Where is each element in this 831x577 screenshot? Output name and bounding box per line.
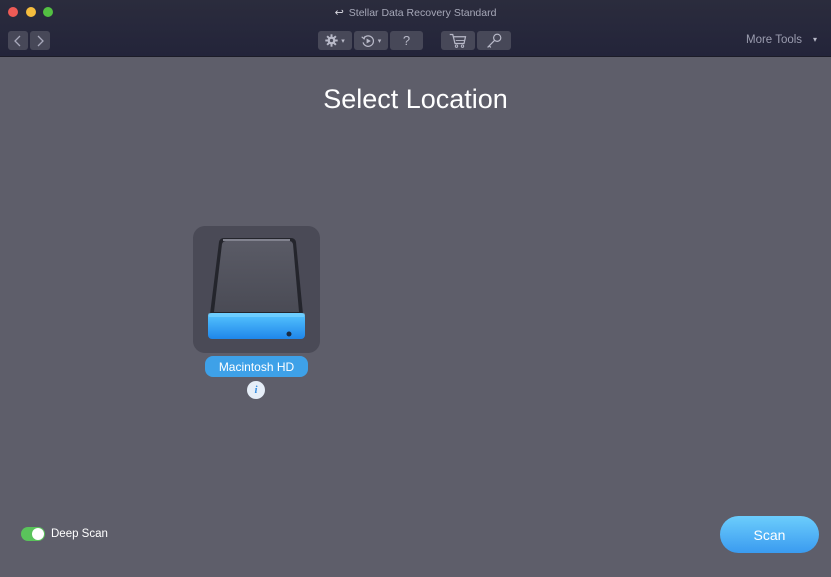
help-button[interactable]: ? — [390, 31, 423, 50]
chevron-down-icon[interactable]: ▾ — [813, 35, 817, 44]
deep-scan-label: Deep Scan — [51, 528, 108, 540]
window-title: ↩ Stellar Data Recovery Standard — [0, 6, 831, 19]
history-play-icon — [361, 34, 374, 47]
key-icon — [487, 33, 502, 48]
undo-arrow-icon: ↩ — [334, 7, 344, 19]
title-bar: ↩ Stellar Data Recovery Standard ▾ ▾ ? M… — [0, 0, 831, 57]
scan-button[interactable]: Scan — [720, 516, 819, 553]
info-icon: i — [254, 384, 258, 396]
chevron-down-icon: ▾ — [377, 37, 382, 45]
forward-button[interactable] — [30, 31, 50, 50]
deep-scan-toggle[interactable] — [21, 527, 45, 541]
drive-info-button[interactable]: i — [247, 381, 265, 399]
drive-label[interactable]: Macintosh HD — [205, 356, 308, 377]
page-title: Select Location — [323, 84, 508, 114]
back-button[interactable] — [8, 31, 28, 50]
settings-menu-button[interactable]: ▾ — [318, 31, 352, 50]
more-tools-menu[interactable]: More Tools — [746, 34, 802, 46]
chevron-down-icon: ▾ — [341, 37, 345, 45]
drive-tile-macintosh-hd[interactable] — [193, 226, 320, 353]
cart-button[interactable] — [441, 31, 475, 50]
chevron-right-icon — [37, 35, 44, 46]
chevron-left-icon — [14, 35, 21, 46]
toggle-knob — [32, 528, 44, 540]
help-icon: ? — [402, 33, 411, 48]
activation-key-button[interactable] — [477, 31, 511, 50]
window-title-text: Stellar Data Recovery Standard — [348, 7, 497, 19]
history-menu-button[interactable]: ▾ — [354, 31, 388, 50]
gear-icon — [325, 34, 338, 47]
hard-drive-icon — [208, 238, 305, 339]
cart-icon — [449, 33, 467, 48]
